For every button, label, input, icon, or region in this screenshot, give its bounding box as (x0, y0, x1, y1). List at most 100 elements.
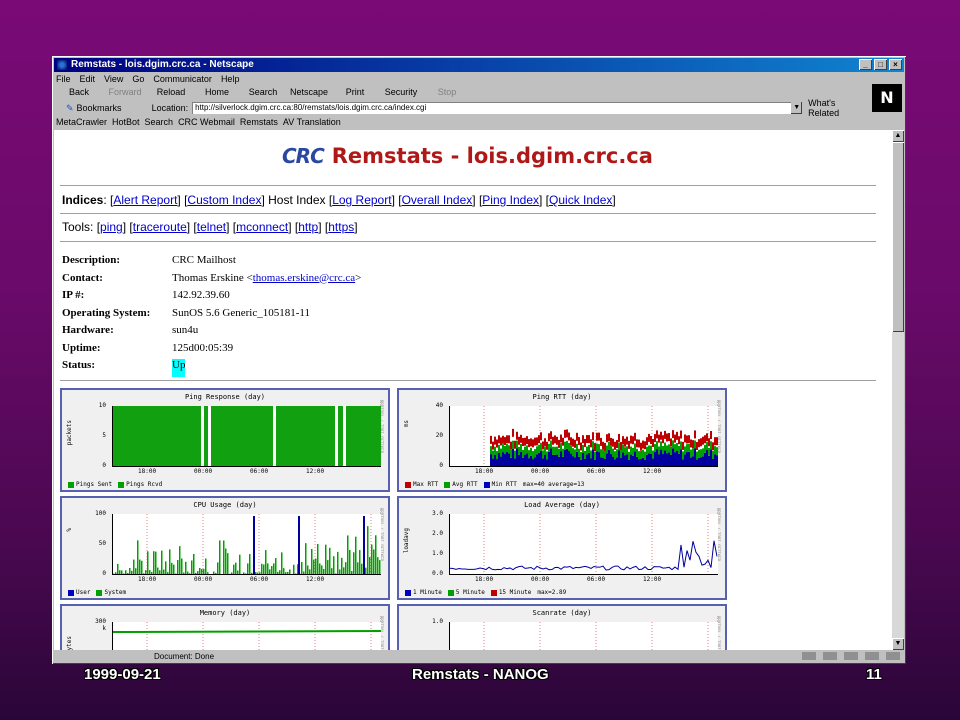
avg-bar (516, 440, 518, 449)
maximize-button[interactable]: □ (874, 59, 887, 70)
link-telnet[interactable]: telnet (197, 220, 226, 234)
cpu-bar (223, 540, 225, 574)
min-bar (624, 455, 626, 466)
min-bar (688, 451, 690, 466)
scroll-thumb[interactable] (892, 142, 904, 332)
link-search[interactable]: Search (145, 116, 174, 128)
bookmarks-button[interactable]: Bookmarks (77, 103, 122, 113)
avg-bar (570, 445, 572, 454)
y-tick-label: 0.0 (432, 570, 443, 577)
avg-bar (610, 446, 612, 455)
link-remstats[interactable]: Remstats (240, 116, 278, 128)
avg-bar (636, 448, 638, 457)
cpu-bar (163, 569, 165, 574)
avg-bar (680, 441, 682, 450)
max-bar (524, 437, 526, 446)
graph-plot (112, 406, 381, 467)
link-http[interactable]: http (298, 220, 318, 234)
graph-panel: Memory (day) bytes RRDTOOL / TOBI OETIKER 3… (60, 604, 390, 650)
avg-bar (664, 442, 666, 451)
vertical-scrollbar[interactable]: ▲ ▼ (892, 130, 904, 650)
whats-related-button[interactable]: What's Related (808, 98, 868, 118)
netscape-logo-icon: N (872, 84, 902, 112)
status-text: Document: Done (154, 652, 215, 661)
min-bar (500, 456, 502, 466)
max-bar (492, 441, 494, 450)
min-bar (712, 458, 714, 466)
min-bar (582, 452, 584, 466)
cpu-bar (235, 562, 237, 574)
cpu-bar (269, 569, 271, 574)
scroll-up-icon[interactable]: ▲ (892, 130, 904, 142)
info-description: Description: CRC Mailhost (62, 254, 236, 266)
min-bar (686, 452, 688, 466)
avg-bar (512, 440, 514, 449)
url-field[interactable]: http://silverlock.dgim.crc.ca:80/remstat… (192, 102, 792, 114)
link-overall-index[interactable]: Overall Index (402, 193, 473, 207)
link-av-translation[interactable]: AV Translation (283, 116, 341, 128)
link-log-report[interactable]: Log Report (332, 193, 391, 207)
menu-help[interactable]: Help (221, 72, 240, 86)
max-bar (676, 431, 678, 440)
cpu-bar (165, 561, 167, 574)
indices-row: Indices: [Alert Report] [Custom Index] H… (62, 193, 616, 207)
max-bar (532, 439, 534, 448)
avg-bar (526, 445, 528, 454)
menu-edit[interactable]: Edit (80, 72, 96, 86)
cpu-bar (133, 559, 135, 574)
cpu-spike (298, 516, 300, 574)
link-custom-index[interactable]: Custom Index (187, 193, 261, 207)
link-hotbot[interactable]: HotBot (112, 116, 140, 128)
cpu-bar (137, 540, 139, 574)
cpu-bar (373, 549, 375, 574)
min-bar (530, 455, 532, 466)
avg-bar (494, 446, 496, 455)
min-bar (494, 454, 496, 466)
menu-view[interactable]: View (104, 72, 123, 86)
cpu-bar (121, 570, 123, 574)
scroll-down-icon[interactable]: ▼ (892, 638, 904, 650)
cpu-bar (231, 572, 233, 574)
graph-panel: Load Average (day) loadavg RRDTOOL / TOBI … (397, 496, 727, 600)
cpu-bar (327, 560, 329, 574)
cpu-bar (237, 570, 239, 574)
menu-go[interactable]: Go (132, 72, 144, 86)
cpu-bar (313, 559, 315, 574)
graph-plot (112, 622, 382, 650)
cpu-bar (353, 552, 355, 574)
max-bar (678, 436, 680, 445)
avg-bar (714, 446, 716, 455)
menu-communicator[interactable]: Communicator (153, 72, 212, 86)
link-https[interactable]: https (328, 220, 354, 234)
graph-data (113, 406, 381, 466)
close-button[interactable]: × (889, 59, 902, 70)
menu-file[interactable]: File (56, 72, 71, 86)
link-alert-report[interactable]: Alert Report (113, 193, 177, 207)
minimize-button[interactable]: _ (859, 59, 872, 70)
avg-bar (618, 442, 620, 451)
link-mconnect[interactable]: mconnect (236, 220, 288, 234)
url-dropdown-icon[interactable]: ▼ (791, 102, 803, 114)
max-bar (600, 437, 602, 446)
link-metacrawler[interactable]: MetaCrawler (56, 116, 107, 128)
link-crc-webmail[interactable]: CRC Webmail (178, 116, 235, 128)
avg-bar (652, 450, 654, 459)
min-bar (574, 457, 576, 466)
min-bar (646, 454, 648, 466)
cpu-bar (205, 558, 207, 574)
min-bar (588, 452, 590, 466)
contact-email-link[interactable]: thomas.erskine@crc.ca (253, 272, 355, 290)
link-traceroute[interactable]: traceroute (133, 220, 187, 234)
cpu-bar (325, 544, 327, 574)
cpu-bar (267, 563, 269, 574)
graph-ylabel: % (66, 528, 73, 532)
min-bar (636, 456, 638, 466)
cpu-bar (119, 570, 121, 574)
min-bar (662, 454, 664, 466)
min-bar (490, 454, 492, 466)
link-ping[interactable]: ping (100, 220, 123, 234)
link-ping-index[interactable]: Ping Index (482, 193, 539, 207)
link-quick-index[interactable]: Quick Index (549, 193, 612, 207)
min-bar (586, 454, 588, 466)
avg-bar (676, 442, 678, 451)
